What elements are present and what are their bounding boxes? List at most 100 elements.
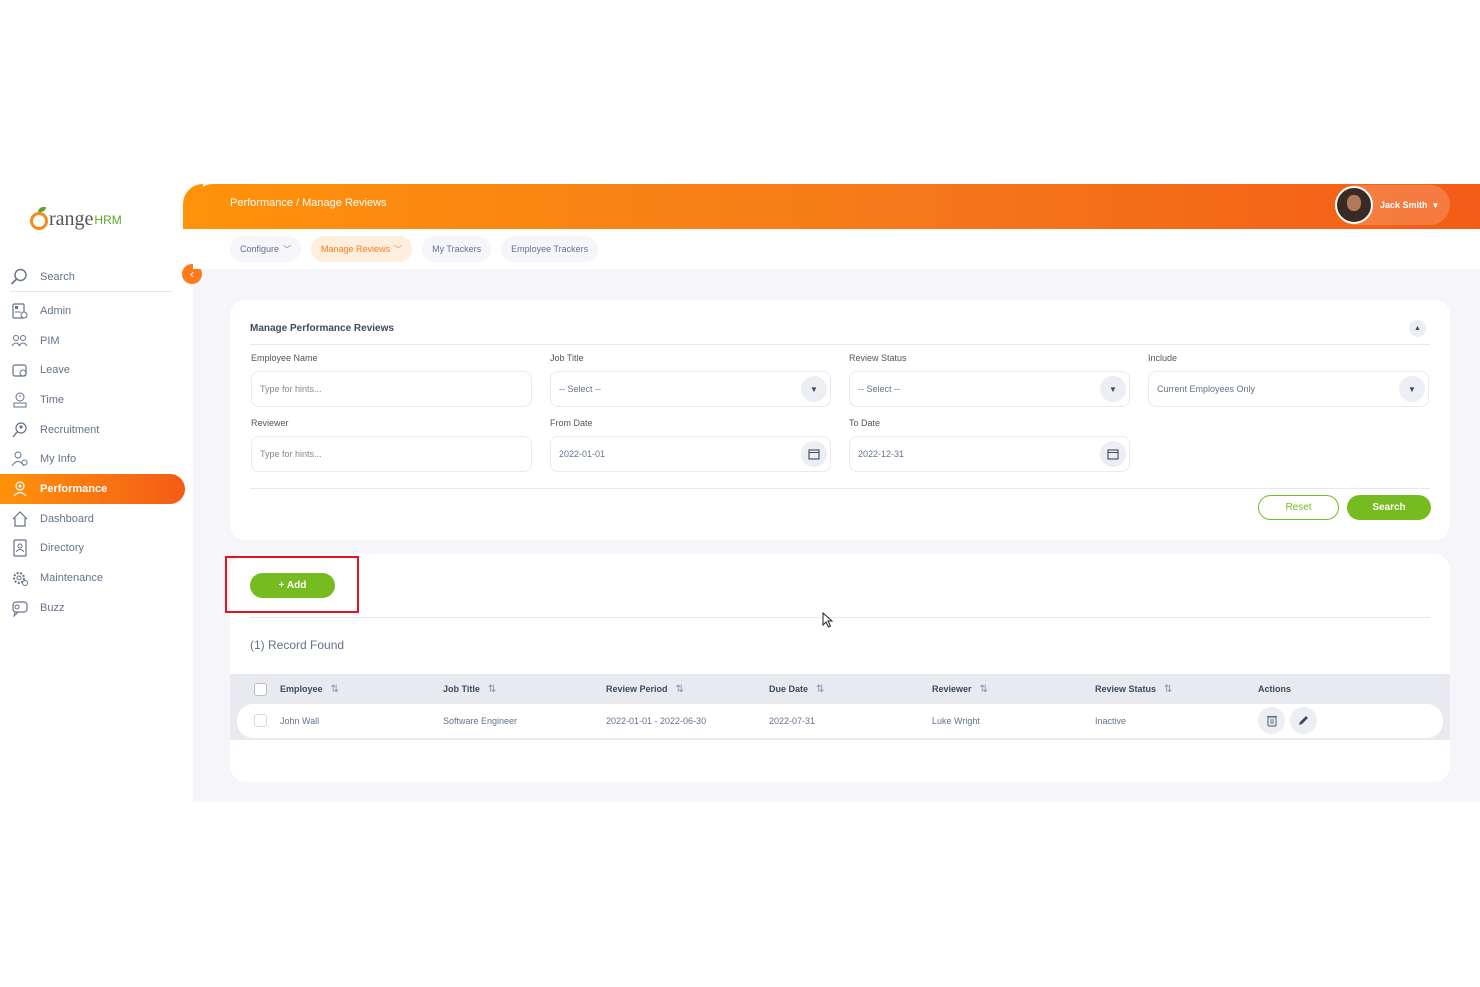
- row-checkbox[interactable]: [254, 714, 267, 727]
- col-due-date[interactable]: Due Date ⇅: [769, 684, 824, 695]
- app-window: range HRM Search ‹ Admin PIM Leave Time …: [0, 184, 1480, 802]
- calendar-icon[interactable]: [801, 441, 827, 467]
- field-label: Employee Name: [251, 353, 318, 363]
- tab-label: My Trackers: [432, 244, 482, 254]
- col-employee[interactable]: Employee ⇅: [280, 684, 339, 695]
- from-date-input[interactable]: 2022-01-01: [550, 436, 831, 472]
- sidebar-item-label: PIM: [40, 334, 60, 347]
- job-title-select[interactable]: -- Select -- ▼: [550, 371, 831, 407]
- dropdown-arrow-icon[interactable]: ▼: [1100, 376, 1126, 402]
- sort-icon[interactable]: ⇅: [1164, 684, 1172, 695]
- sidebar-item-label: Recruitment: [40, 423, 100, 436]
- cell-due-date: 2022-07-31: [769, 716, 816, 726]
- performance-icon: [10, 479, 30, 499]
- tab-label: Configure: [240, 244, 280, 254]
- column-label: Review Period: [606, 684, 668, 694]
- tab-configure[interactable]: Configure ﹀: [230, 236, 302, 262]
- select-value: -- Select --: [559, 384, 602, 394]
- mouse-cursor-icon: [822, 612, 834, 628]
- select-all-checkbox[interactable]: [254, 683, 267, 696]
- column-label: Reviewer: [932, 684, 972, 694]
- top-header: Performance / Manage Reviews Jack Smith …: [183, 184, 1480, 229]
- sidebar-item-dashboard[interactable]: Dashboard: [0, 504, 193, 534]
- chevron-down-icon: ﹀: [394, 244, 403, 254]
- sidebar-item-time[interactable]: Time: [0, 385, 193, 415]
- add-button[interactable]: + Add: [250, 573, 335, 598]
- buzz-icon: [10, 598, 30, 618]
- reset-button[interactable]: Reset: [1258, 495, 1339, 520]
- sidebar-search[interactable]: Search: [10, 262, 172, 292]
- reviewer-input[interactable]: Type for hints...: [251, 436, 532, 472]
- collapse-filter-button[interactable]: ▲: [1409, 320, 1426, 337]
- sidebar-item-my-info[interactable]: My Info: [0, 444, 193, 474]
- pim-icon: [10, 331, 30, 351]
- time-icon: [10, 390, 30, 410]
- sidebar-item-leave[interactable]: Leave: [0, 355, 193, 385]
- logo-text: range: [49, 208, 94, 230]
- sidebar-search-label: Search: [40, 270, 75, 283]
- maintenance-icon: [10, 568, 30, 588]
- sort-icon[interactable]: ⇅: [331, 684, 339, 695]
- reviewer-field: Reviewer Type for hints...: [251, 418, 532, 472]
- user-menu[interactable]: Jack Smith ▼: [1335, 185, 1450, 225]
- sidebar-item-label: Dashboard: [40, 512, 94, 525]
- sort-icon[interactable]: ⇅: [676, 684, 684, 695]
- divider: [250, 488, 1430, 489]
- col-review-period[interactable]: Review Period ⇅: [606, 684, 684, 695]
- chevron-left-icon: ‹: [190, 267, 194, 281]
- tab-my-trackers[interactable]: My Trackers: [422, 236, 492, 262]
- divider: [250, 617, 1430, 618]
- sidebar-item-recruitment[interactable]: Recruitment: [0, 415, 193, 445]
- job-title-field: Job Title -- Select -- ▼: [550, 353, 831, 407]
- col-review-status[interactable]: Review Status ⇅: [1095, 684, 1172, 695]
- top-nav-tabs: Configure ﹀ Manage Reviews ﹀ My Trackers…: [193, 229, 1480, 269]
- logo-suffix: HRM: [94, 213, 122, 227]
- to-date-input[interactable]: 2022-12-31: [849, 436, 1130, 472]
- avatar: [1335, 186, 1373, 224]
- to-date-field: To Date 2022-12-31: [849, 418, 1130, 472]
- sidebar-item-label: My Info: [40, 453, 77, 466]
- directory-icon: [10, 538, 30, 558]
- col-reviewer[interactable]: Reviewer ⇅: [932, 684, 988, 695]
- sidebar-item-admin[interactable]: Admin: [0, 296, 193, 326]
- sidebar-item-directory[interactable]: Directory: [0, 534, 193, 564]
- include-select[interactable]: Current Employees Only ▼: [1148, 371, 1429, 407]
- sort-icon[interactable]: ⇅: [488, 684, 496, 695]
- caret-down-icon: ▼: [1431, 200, 1440, 210]
- dropdown-arrow-icon[interactable]: ▼: [1399, 376, 1425, 402]
- divider: [250, 344, 1430, 345]
- sidebar-item-pim[interactable]: PIM: [0, 326, 193, 356]
- table-body: John Wall Software Engineer 2022-01-01 -…: [230, 704, 1450, 740]
- cell-review-period: 2022-01-01 - 2022-06-30: [606, 716, 707, 726]
- column-label: Actions: [1258, 684, 1292, 694]
- sort-icon[interactable]: ⇅: [816, 684, 824, 695]
- pencil-icon: [1297, 714, 1310, 727]
- cell-employee: John Wall: [280, 716, 320, 726]
- sidebar-item-performance[interactable]: Performance: [0, 474, 185, 504]
- review-status-field: Review Status -- Select -- ▼: [849, 353, 1130, 407]
- review-status-select[interactable]: -- Select -- ▼: [849, 371, 1130, 407]
- sidebar-item-buzz[interactable]: Buzz: [0, 593, 193, 623]
- sort-icon[interactable]: ⇅: [980, 684, 988, 695]
- employee-name-input[interactable]: Type for hints...: [251, 371, 532, 407]
- chevron-down-icon: ﹀: [283, 244, 292, 254]
- input-placeholder: Type for hints...: [260, 384, 322, 394]
- col-actions: Actions: [1258, 684, 1291, 694]
- search-button[interactable]: Search: [1347, 495, 1431, 520]
- field-label: To Date: [849, 418, 881, 428]
- delete-button[interactable]: [1258, 707, 1285, 734]
- sidebar-item-maintenance[interactable]: Maintenance: [0, 563, 193, 593]
- field-label: From Date: [550, 418, 593, 428]
- column-label: Job Title: [443, 684, 480, 694]
- tab-employee-trackers[interactable]: Employee Trackers: [501, 236, 599, 262]
- cell-review-status: Inactive: [1095, 716, 1127, 726]
- calendar-icon[interactable]: [1100, 441, 1126, 467]
- dropdown-arrow-icon[interactable]: ▼: [801, 376, 827, 402]
- col-job-title[interactable]: Job Title ⇅: [443, 684, 496, 695]
- edit-button[interactable]: [1290, 707, 1317, 734]
- sidebar-item-label: Performance: [40, 482, 108, 495]
- field-label: Include: [1148, 353, 1178, 363]
- tab-manage-reviews[interactable]: Manage Reviews ﹀: [311, 236, 413, 262]
- table-row[interactable]: John Wall Software Engineer 2022-01-01 -…: [237, 704, 1443, 738]
- breadcrumb: Performance / Manage Reviews: [230, 197, 387, 209]
